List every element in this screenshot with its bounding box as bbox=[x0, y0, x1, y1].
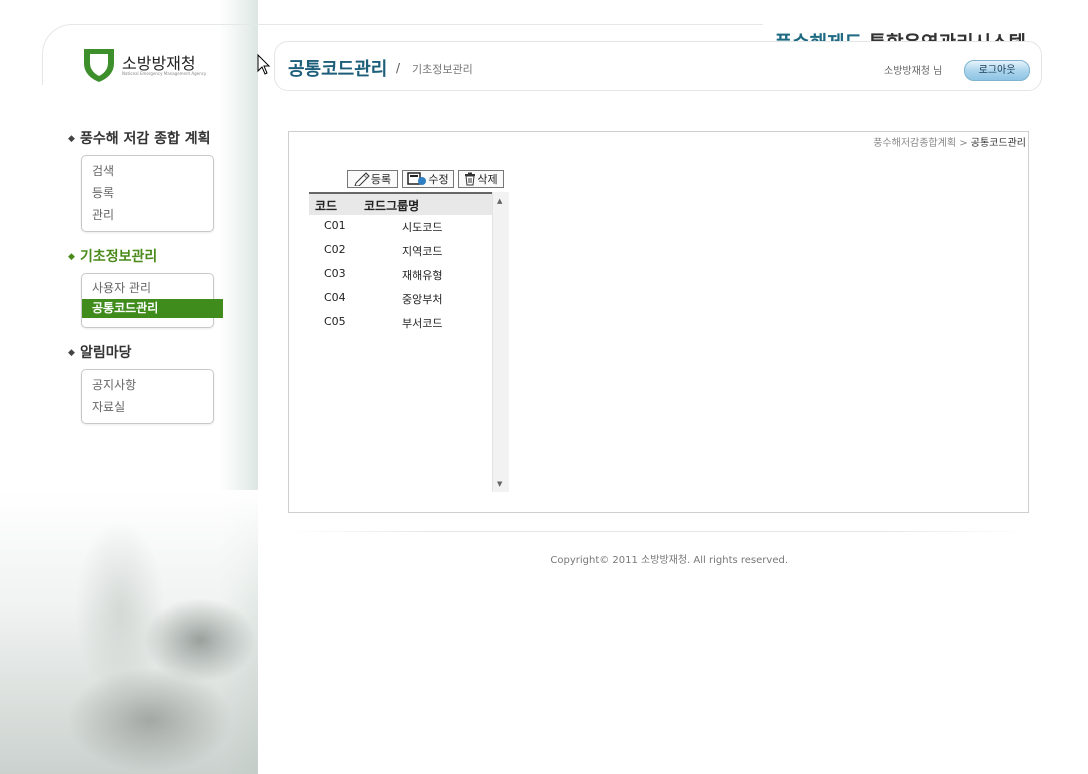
breadcrumb-arrow: > bbox=[959, 138, 968, 149]
cell-group-name: 지역코드 bbox=[402, 245, 443, 258]
submenu-item-notices[interactable]: 공지사항 bbox=[82, 374, 213, 396]
submenu-plan: 검색 등록 관리 bbox=[81, 155, 214, 232]
bullet-icon: ◆ bbox=[68, 252, 75, 262]
grid-header: 코드 코드그룹명 bbox=[309, 192, 492, 215]
user-name-label: 소방방재청 님 bbox=[884, 66, 943, 77]
page-parent-title: 기초정보관리 bbox=[412, 63, 473, 76]
grid-scrollbar[interactable]: ▲ ▼ bbox=[492, 192, 509, 492]
column-header-code[interactable]: 코드 bbox=[315, 197, 337, 214]
cell-group-name: 중앙부처 bbox=[402, 293, 443, 306]
submenu-item-manage[interactable]: 관리 bbox=[82, 204, 213, 226]
menu-group-label: 풍수해 저감 종합 계획 bbox=[80, 131, 211, 147]
breadcrumb-parent[interactable]: 풍수해저감종합계획 bbox=[873, 138, 956, 149]
delete-button[interactable]: 삭제 bbox=[458, 170, 504, 188]
cell-code: C04 bbox=[324, 291, 346, 304]
submenu-item-user-manage[interactable]: 사용자 관리 bbox=[82, 278, 213, 299]
copyright-text: Copyright© 2011 소방방재청. All rights reserv… bbox=[550, 555, 788, 566]
cell-group-name: 시도코드 bbox=[402, 221, 443, 234]
footer-divider bbox=[288, 531, 1027, 532]
trash-icon bbox=[464, 172, 476, 192]
submenu-basic-info: 사용자 관리 공통코드관리 bbox=[81, 273, 223, 328]
menu-group-plan[interactable]: ◆ 풍수해 저감 종합 계획 bbox=[68, 128, 211, 148]
edit-button[interactable]: 수정 bbox=[402, 170, 454, 188]
page-title: 공통코드관리 bbox=[288, 59, 388, 80]
table-row[interactable]: C01 시도코드 bbox=[309, 215, 492, 239]
scroll-up-icon[interactable]: ▲ bbox=[497, 197, 502, 205]
table-row[interactable]: C04 중앙부처 bbox=[309, 287, 492, 311]
breadcrumb: 풍수해저감종합계획 > 공통코드관리 bbox=[873, 134, 1026, 149]
cell-code: C02 bbox=[324, 243, 346, 256]
pencil-icon bbox=[354, 172, 370, 192]
submenu-item-search[interactable]: 검색 bbox=[82, 160, 213, 182]
title-separator: / bbox=[396, 61, 401, 75]
menu-group-basic-info[interactable]: ◆ 기초정보관리 bbox=[68, 246, 157, 266]
menu-group-notice[interactable]: ◆ 알림마당 bbox=[68, 342, 132, 362]
code-group-grid: 코드 코드그룹명 C01 시도코드 C02 지역코드 C03 재해유형 C04 중앙부처… bbox=[309, 192, 509, 492]
cell-code: C03 bbox=[324, 267, 346, 280]
shield-logo-icon bbox=[84, 49, 114, 82]
cell-group-name: 재해유형 bbox=[402, 269, 443, 282]
edit-document-icon bbox=[407, 172, 427, 192]
cell-code: C05 bbox=[324, 315, 346, 328]
table-row[interactable]: C03 재해유형 bbox=[309, 263, 492, 287]
column-header-group-name[interactable]: 코드그룹명 bbox=[364, 197, 419, 214]
edit-label: 수정 bbox=[428, 173, 449, 186]
logo-subtitle: National Emergency Management Agency bbox=[122, 71, 207, 76]
submenu-item-common-code[interactable]: 공통코드관리 bbox=[82, 299, 223, 318]
table-row[interactable]: C02 지역코드 bbox=[309, 239, 492, 263]
bullet-icon: ◆ bbox=[68, 348, 75, 358]
submenu-item-register[interactable]: 등록 bbox=[82, 182, 213, 204]
menu-group-label: 알림마당 bbox=[80, 345, 132, 361]
submenu-item-archive[interactable]: 자료실 bbox=[82, 396, 213, 418]
menu-group-label: 기초정보관리 bbox=[80, 249, 158, 265]
register-label: 등록 bbox=[370, 173, 392, 186]
scroll-down-icon[interactable]: ▼ bbox=[497, 480, 502, 488]
cell-code: C01 bbox=[324, 219, 346, 232]
cell-group-name: 부서코드 bbox=[402, 317, 443, 330]
agency-logo[interactable]: 소방방재청 National Emergency Management Agen… bbox=[82, 47, 222, 87]
register-button[interactable]: 등록 bbox=[347, 170, 398, 188]
submenu-notice: 공지사항 자료실 bbox=[81, 369, 214, 424]
mouse-cursor-icon bbox=[257, 53, 271, 80]
delete-label: 삭제 bbox=[477, 173, 498, 186]
breadcrumb-current: 공통코드관리 bbox=[970, 138, 1026, 149]
disaster-photo-background bbox=[0, 490, 258, 774]
bullet-icon: ◆ bbox=[68, 134, 75, 144]
table-row[interactable]: C05 부서코드 bbox=[309, 311, 492, 335]
logout-button[interactable]: 로그아웃 bbox=[964, 60, 1030, 81]
